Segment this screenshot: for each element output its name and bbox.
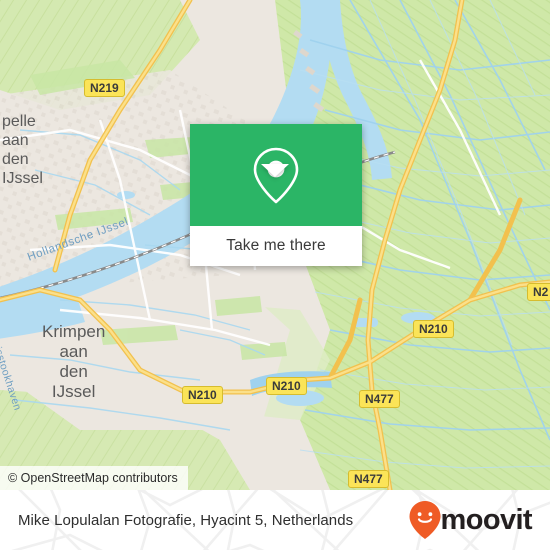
road-shield-label: N477	[359, 390, 400, 408]
footer-address-text: Mike Lopulalan Fotografie, Hyacint 5, Ne…	[18, 511, 354, 529]
place-label-line: IJssel	[2, 170, 43, 187]
card-pointer-tail	[261, 164, 289, 177]
place-label-line: pelle	[2, 113, 36, 130]
road-shield-n219: N219	[84, 79, 125, 97]
moovit-logo[interactable]: moovit	[407, 500, 533, 540]
road-shield-label: N219	[84, 79, 125, 97]
road-shield-label: N2	[527, 283, 550, 301]
footer-bar: Mike Lopulalan Fotografie, Hyacint 5, Ne…	[0, 490, 550, 550]
place-label-line: aan	[59, 342, 88, 361]
moovit-map-screen: pelle aan den IJssel Krimpen aan den IJs…	[0, 0, 550, 550]
road-shield-label: N477	[348, 470, 389, 488]
road-shield-n210-mid: N210	[266, 377, 307, 395]
place-label-line: IJssel	[51, 382, 96, 401]
take-me-there-label: Take me there	[226, 237, 326, 254]
place-label-capelle: pelle aan den IJssel	[2, 112, 43, 188]
road-shield-label: N210	[182, 386, 223, 404]
place-label-krimpen: Krimpen aan den IJssel	[42, 322, 105, 402]
road-shield-n210-west: N210	[182, 386, 223, 404]
take-me-there-card[interactable]: Take me there	[190, 124, 362, 266]
road-shield-n477-mid: N477	[359, 390, 400, 408]
place-label-line: aan	[2, 132, 29, 149]
road-shield-n210-east: N210	[413, 320, 454, 338]
osm-attribution-text: © OpenStreetMap contributors	[8, 471, 178, 485]
road-shield-n2-clipped: N2	[527, 283, 550, 301]
road-shield-label: N210	[266, 377, 307, 395]
place-label-line: den	[59, 362, 88, 381]
osm-attribution[interactable]: © OpenStreetMap contributors	[0, 466, 188, 490]
road-shield-label: N210	[413, 320, 454, 338]
card-action-area[interactable]: Take me there	[190, 226, 362, 266]
footer-content: Mike Lopulalan Fotografie, Hyacint 5, Ne…	[0, 490, 550, 550]
place-label-line: Krimpen	[42, 322, 106, 341]
road-shield-n477-south: N477	[348, 470, 389, 488]
moovit-pin-icon	[409, 501, 441, 539]
place-label-line: den	[2, 151, 29, 168]
moovit-wordmark: moovit	[440, 503, 533, 536]
